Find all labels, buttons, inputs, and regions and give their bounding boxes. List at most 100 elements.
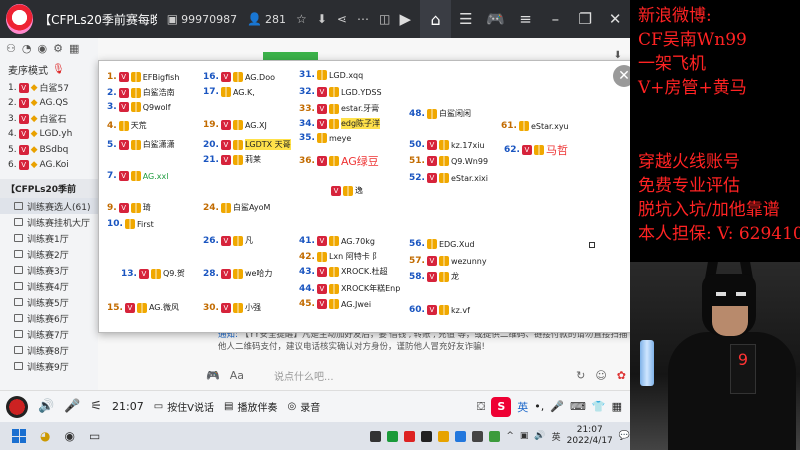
close-window-icon[interactable]: ✕ bbox=[600, 10, 630, 28]
seat-entry[interactable]: 50. Vkz.17xiu bbox=[409, 140, 485, 150]
seat-entry[interactable]: 31. LGD.xqq bbox=[299, 70, 363, 80]
flower-icon[interactable]: ✿ bbox=[617, 369, 626, 382]
seat-entry[interactable]: 26. V 凡 bbox=[203, 235, 253, 246]
seat-entry[interactable]: 15. V AG.微风 bbox=[107, 302, 179, 313]
seat-entry[interactable]: 28. Vwe哈力 bbox=[203, 268, 272, 279]
seat-entry[interactable]: 43. V XROCK.杜超 bbox=[299, 266, 388, 277]
channel-item[interactable]: 训练赛5厅 bbox=[0, 294, 98, 310]
tray-icon-4[interactable] bbox=[421, 430, 433, 442]
chevron-up-icon[interactable]: ^ bbox=[506, 431, 514, 441]
tray-icon-1[interactable] bbox=[370, 430, 382, 442]
tray-icon-2[interactable] bbox=[387, 430, 399, 442]
channel-item[interactable]: 训练赛9厅 bbox=[0, 358, 98, 374]
video-icon[interactable]: ▶ bbox=[390, 10, 420, 28]
mic-queue-mode[interactable]: 麦序模式 🎙 bbox=[0, 59, 98, 80]
chat-input[interactable]: 说点什么吧... bbox=[274, 368, 566, 383]
gamepad-icon[interactable]: 🎮 bbox=[481, 10, 511, 28]
tray-icon-5[interactable] bbox=[438, 430, 450, 442]
ime-lang[interactable]: 英 bbox=[517, 399, 528, 415]
channel-item[interactable]: 训练赛1厅 bbox=[0, 230, 98, 246]
star-icon[interactable]: ☆ bbox=[296, 12, 307, 26]
seat-entry[interactable]: 17. AG.K, bbox=[203, 87, 255, 97]
seat-entry[interactable]: 33. Vestar.牙膏 bbox=[299, 103, 379, 114]
queue-row[interactable]: 3. V ◆ 白鲨石 bbox=[0, 111, 98, 127]
seat-entry[interactable]: 13. V Q9.贺 bbox=[121, 268, 185, 279]
microphone-icon[interactable]: 🎤 bbox=[64, 399, 80, 414]
minimize-icon[interactable]: – bbox=[540, 10, 570, 28]
seat-entry[interactable]: 56. EDG.Xud bbox=[409, 239, 475, 249]
channel-item[interactable]: 训练赛2厅 bbox=[0, 246, 98, 262]
seat-entry[interactable]: 62. V 马哲 bbox=[504, 142, 568, 158]
menu-icon[interactable]: ≡ bbox=[511, 10, 541, 28]
queue-row[interactable]: 6. V ◆ AG.Koi bbox=[0, 158, 98, 174]
seat-entry[interactable]: 60. Vkz.vf bbox=[409, 305, 470, 315]
settings-icon[interactable]: ⚙ bbox=[53, 42, 63, 55]
channel-group-title[interactable]: 【CFPLs20季前 bbox=[0, 179, 98, 198]
punctuation-icon[interactable]: •, bbox=[534, 400, 544, 413]
seat-entry[interactable]: 24. 白鲨AyoM bbox=[203, 202, 270, 213]
seat-entry[interactable]: 36. V AG绿豆 bbox=[299, 153, 379, 169]
seat-entry[interactable]: 2. V 白鲨浩南 bbox=[107, 87, 175, 98]
channel-item[interactable]: 训练赛挂机大厅 bbox=[0, 214, 98, 230]
tray-icon-7[interactable] bbox=[472, 430, 484, 442]
home-icon[interactable]: ⌂ bbox=[420, 0, 451, 38]
refresh-icon[interactable]: ↻ bbox=[576, 369, 585, 382]
seat-entry[interactable]: 21. V 莉莱 bbox=[203, 154, 261, 165]
push-to-talk-button[interactable]: ▭ 按住V说话 bbox=[154, 399, 214, 414]
more-icon[interactable]: ⋯ bbox=[357, 12, 369, 26]
seat-entry[interactable]: 4. 天荒 bbox=[107, 120, 147, 131]
seat-entry[interactable]: 9. V 琦 bbox=[107, 202, 151, 213]
restore-icon[interactable]: ❐ bbox=[570, 10, 600, 28]
seat-entry[interactable]: 10. First bbox=[107, 219, 154, 229]
seat-entry[interactable]: 42. Lxn 阿特卡 阝 bbox=[299, 251, 380, 262]
seat-entry[interactable]: 16. V AG.Doo bbox=[203, 72, 275, 82]
channel-logo[interactable] bbox=[6, 4, 34, 34]
windows-start-icon[interactable] bbox=[12, 429, 26, 443]
seat-entry[interactable]: 52. VeStar.xixi bbox=[409, 173, 488, 183]
camera-icon[interactable]: ◫ bbox=[379, 12, 390, 26]
tablet-icon[interactable]: ▭ bbox=[89, 429, 100, 443]
volume-icon[interactable]: 🔊 bbox=[534, 431, 545, 441]
avatar[interactable] bbox=[6, 395, 28, 418]
queue-row[interactable]: 5. V ◆ BSdbq bbox=[0, 142, 98, 158]
music-button[interactable]: ▤ 播放伴奏 bbox=[224, 399, 277, 414]
speaker-icon[interactable]: 🔊 bbox=[38, 399, 54, 414]
down-arrow-icon[interactable]: ⬇ bbox=[317, 12, 327, 26]
tray-icon-3[interactable] bbox=[404, 430, 416, 442]
gamepad-input-icon[interactable]: 🎮 bbox=[206, 369, 220, 382]
seat-entry[interactable]: 45. V AG.Jwei bbox=[299, 299, 371, 309]
seat-entry[interactable]: 30. V 小强 bbox=[203, 302, 261, 313]
seat-entry[interactable]: 34. Vedg陈子洋 bbox=[299, 118, 381, 129]
channel-item[interactable]: 训练赛8厅 bbox=[0, 342, 98, 358]
seat-entry[interactable]: 5. V 白鲨潇潇 bbox=[107, 139, 175, 150]
shirt-icon[interactable]: 👕 bbox=[592, 400, 606, 413]
channel-item[interactable]: 训练赛选人(61) bbox=[0, 198, 98, 214]
seat-entry[interactable]: 51. V Q9.Wn99 bbox=[409, 156, 488, 166]
seat-entry[interactable]: 32. V LGD.YDSS bbox=[299, 87, 382, 97]
text-format-icon[interactable]: Aa bbox=[230, 369, 244, 382]
seat-entry[interactable]: 41. V AG.70kg bbox=[299, 236, 375, 246]
channel-item[interactable]: 训练赛4厅 bbox=[0, 278, 98, 294]
taskbar-clock[interactable]: 21:07 2022/4/17 bbox=[567, 425, 613, 447]
seat-entry[interactable]: 7. V AG.xxl bbox=[107, 171, 168, 181]
seat-entry[interactable]: 19. V AG.XJ bbox=[203, 120, 267, 130]
person-icon[interactable]: ⚇ bbox=[6, 42, 16, 55]
seat-entry[interactable]: 57. Vwezunny bbox=[409, 256, 487, 266]
channel-item[interactable]: 训练赛3厅 bbox=[0, 262, 98, 278]
ime-mic-icon[interactable]: 🎤 bbox=[550, 400, 564, 413]
seat-entry[interactable]: 48. 白鲨闲闲 bbox=[409, 108, 471, 119]
queue-row[interactable]: 4. V ◆ LGD.yh bbox=[0, 127, 98, 143]
grid-icon[interactable]: ▦ bbox=[69, 42, 79, 55]
chat-icon[interactable]: ◔ bbox=[22, 42, 32, 55]
channel-item[interactable]: 训练赛6厅 bbox=[0, 310, 98, 326]
seat-entry[interactable]: 1. V EFBigfish bbox=[107, 72, 179, 82]
app-taskbar-icon-1[interactable]: ◕ bbox=[40, 429, 50, 443]
channel-item[interactable]: 训练赛7厅 bbox=[0, 326, 98, 342]
record-button[interactable]: ◎ 录音 bbox=[287, 399, 320, 414]
list-icon[interactable]: ☰ bbox=[451, 10, 481, 28]
emoji-icon[interactable]: ☺ bbox=[595, 369, 606, 382]
ime-grid-icon[interactable]: ▦ bbox=[612, 400, 622, 413]
seat-entry[interactable]: 35. meye bbox=[299, 133, 351, 143]
tray-icon-8[interactable] bbox=[489, 430, 501, 442]
location-icon[interactable]: ◉ bbox=[37, 42, 47, 55]
